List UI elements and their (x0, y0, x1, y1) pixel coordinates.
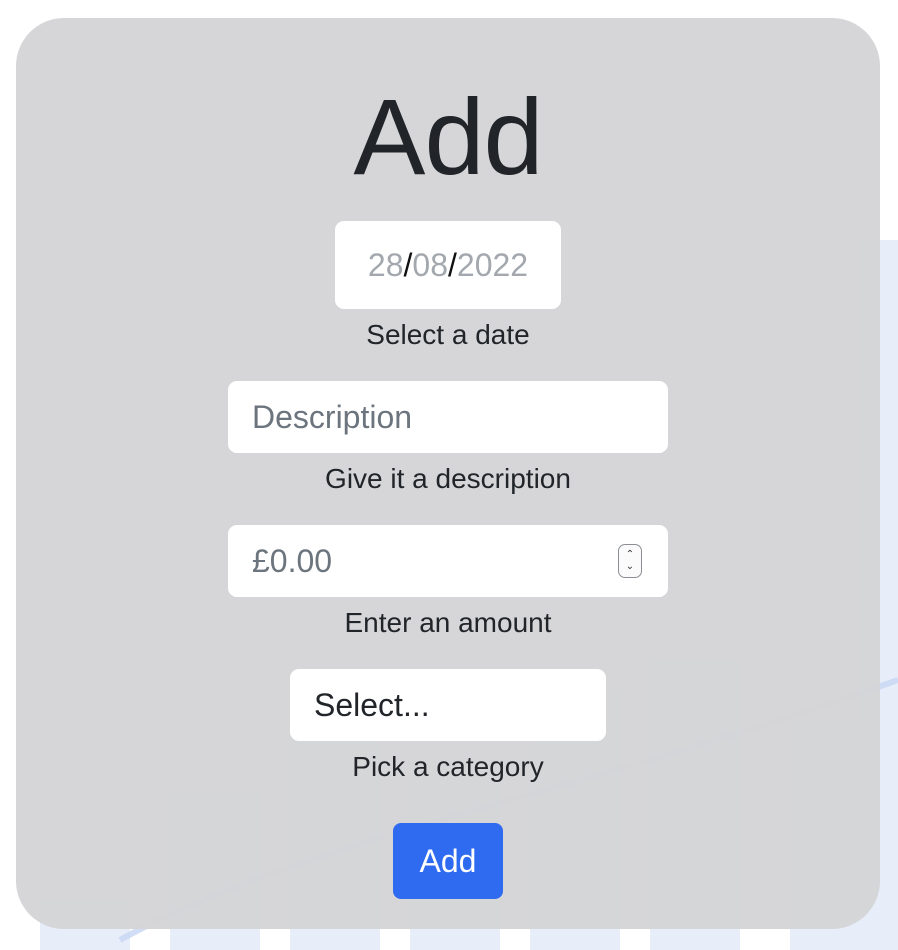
amount-stepper[interactable]: ⌃ ⌄ (618, 544, 642, 578)
date-input[interactable]: 28/08/2022 (335, 221, 561, 309)
date-separator: / (403, 246, 413, 283)
description-placeholder: Description (252, 398, 413, 435)
category-help-text: Pick a category (352, 751, 544, 782)
date-day[interactable]: 28 (368, 247, 404, 284)
date-help-text: Select a date (366, 319, 530, 350)
category-select[interactable]: Select... (290, 669, 606, 741)
add-button[interactable]: Add (393, 823, 503, 899)
add-transaction-card: Add 28/08/2022 Select a date Description… (16, 18, 880, 929)
amount-placeholder: £0.00 (252, 542, 333, 579)
category-selected-value: Select... (314, 686, 430, 723)
page-title: Add (353, 76, 543, 197)
date-separator: / (448, 246, 457, 283)
amount-input[interactable]: £0.00 ⌃ ⌄ (228, 525, 668, 597)
chevron-up-icon[interactable]: ⌃ (626, 550, 634, 560)
description-input[interactable]: Description (228, 381, 668, 453)
date-month[interactable]: 08 (412, 247, 448, 284)
description-help-text: Give it a description (325, 463, 571, 494)
chevron-down-icon[interactable]: ⌄ (626, 562, 634, 572)
amount-help-text: Enter an amount (344, 607, 552, 638)
date-year[interactable]: 2022 (457, 247, 528, 284)
